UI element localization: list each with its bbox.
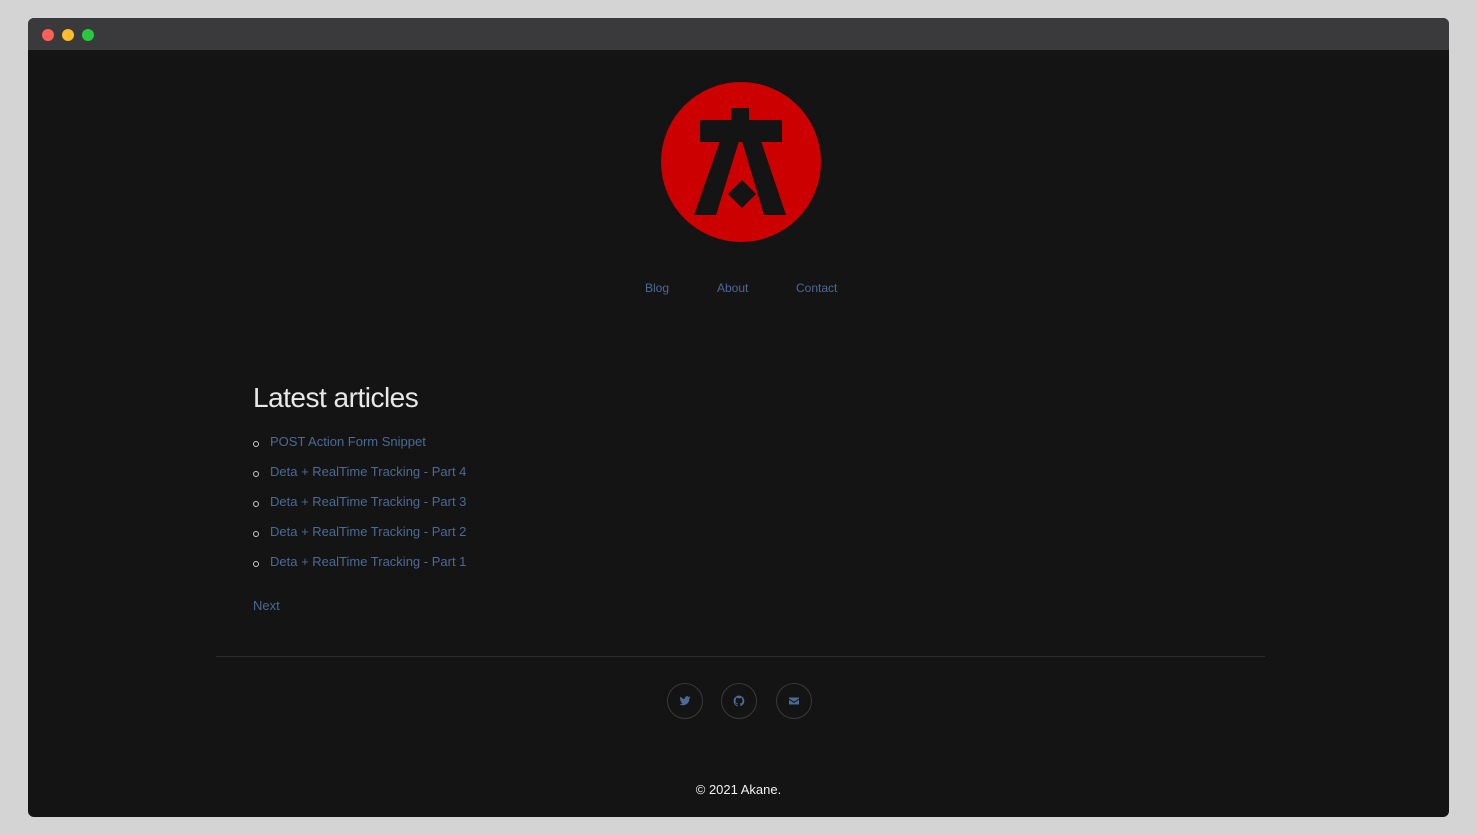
bullet-icon bbox=[253, 471, 259, 477]
article-link[interactable]: Deta + RealTime Tracking - Part 3 bbox=[270, 494, 466, 509]
article-link[interactable]: Deta + RealTime Tracking - Part 4 bbox=[270, 464, 466, 479]
next-page-link[interactable]: Next bbox=[253, 598, 280, 613]
email-icon bbox=[789, 697, 799, 705]
github-icon bbox=[733, 695, 745, 707]
bullet-icon bbox=[253, 561, 259, 567]
email-button[interactable] bbox=[776, 683, 812, 719]
github-button[interactable] bbox=[721, 683, 757, 719]
copyright-text: © 2021 Akane. bbox=[695, 782, 782, 797]
minimize-window-button[interactable] bbox=[62, 29, 74, 41]
window-titlebar bbox=[28, 18, 1449, 50]
close-window-button[interactable] bbox=[42, 29, 54, 41]
twitter-icon bbox=[679, 696, 691, 706]
section-heading: Latest articles bbox=[253, 382, 419, 413]
bullet-icon bbox=[253, 501, 259, 507]
nav-item-about[interactable]: About bbox=[717, 281, 748, 295]
nav-item-blog[interactable]: Blog bbox=[645, 281, 669, 295]
site-logo[interactable] bbox=[660, 81, 822, 243]
browser-window: Blog About Contact Latest articles POST … bbox=[28, 18, 1449, 817]
nav-item-contact[interactable]: Contact bbox=[796, 281, 837, 295]
maximize-window-button[interactable] bbox=[82, 29, 94, 41]
article-link[interactable]: Deta + RealTime Tracking - Part 1 bbox=[270, 554, 466, 569]
twitter-button[interactable] bbox=[667, 683, 703, 719]
bullet-icon bbox=[253, 441, 259, 447]
bullet-icon bbox=[253, 531, 259, 537]
article-link[interactable]: Deta + RealTime Tracking - Part 2 bbox=[270, 524, 466, 539]
footer-divider bbox=[216, 656, 1265, 657]
article-link[interactable]: POST Action Form Snippet bbox=[270, 434, 426, 449]
